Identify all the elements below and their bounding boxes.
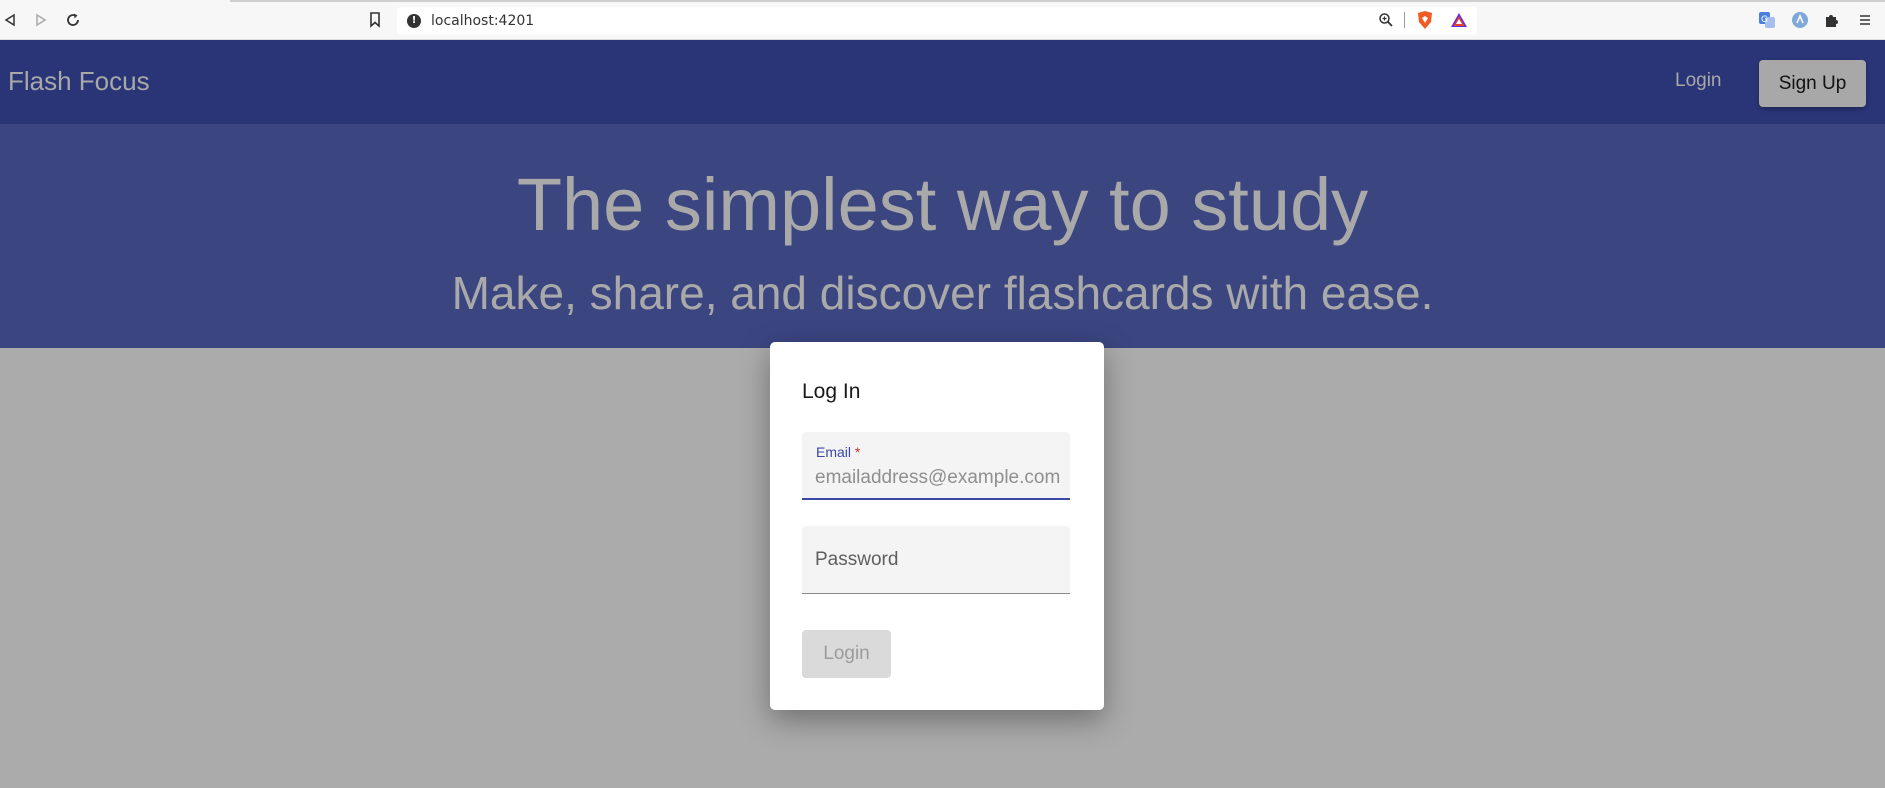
password-input[interactable]: [815, 548, 1065, 572]
app-header: Flash Focus Login Sign Up: [0, 40, 1885, 124]
signup-button[interactable]: Sign Up: [1759, 60, 1866, 107]
reload-icon[interactable]: [63, 10, 83, 30]
brand-logo-text[interactable]: Flash Focus: [8, 66, 150, 97]
login-dialog: Log In Email * Login: [770, 342, 1104, 710]
hero-title: The simplest way to study: [516, 163, 1369, 246]
toolbar-divider: [1404, 12, 1405, 28]
email-field[interactable]: Email *: [802, 432, 1070, 500]
menu-icon[interactable]: [1855, 10, 1875, 30]
zoom-icon[interactable]: [1376, 10, 1396, 30]
login-button[interactable]: Login: [802, 630, 891, 678]
extension-icon[interactable]: [1790, 10, 1810, 30]
password-field[interactable]: [802, 526, 1070, 594]
tab-strip-edge: [230, 0, 1885, 2]
hero-banner: The simplest way to study Make, share, a…: [0, 124, 1885, 348]
brave-rewards-icon[interactable]: [1449, 10, 1469, 30]
puzzle-icon[interactable]: [1822, 10, 1842, 30]
dialog-title: Log In: [802, 380, 861, 403]
hero-subtitle: Make, share, and discover flashcards wit…: [451, 267, 1434, 319]
translate-icon[interactable]: G: [1757, 10, 1777, 30]
nav-login-link[interactable]: Login: [1675, 70, 1722, 92]
email-label-text: Email: [816, 444, 852, 460]
required-marker: *: [854, 444, 861, 460]
email-label: Email *: [816, 444, 860, 460]
address-bar[interactable]: ! localhost:4201: [397, 7, 1477, 35]
back-icon[interactable]: [0, 10, 20, 30]
svg-text:G: G: [1761, 15, 1768, 25]
url-text: localhost:4201: [431, 13, 535, 29]
browser-toolbar: ! localhost:4201 G: [0, 0, 1885, 40]
bookmark-icon[interactable]: [365, 10, 385, 30]
email-input[interactable]: [815, 466, 1065, 490]
info-icon[interactable]: !: [407, 14, 421, 28]
forward-icon[interactable]: [31, 10, 51, 30]
brave-shield-icon[interactable]: [1415, 10, 1435, 30]
